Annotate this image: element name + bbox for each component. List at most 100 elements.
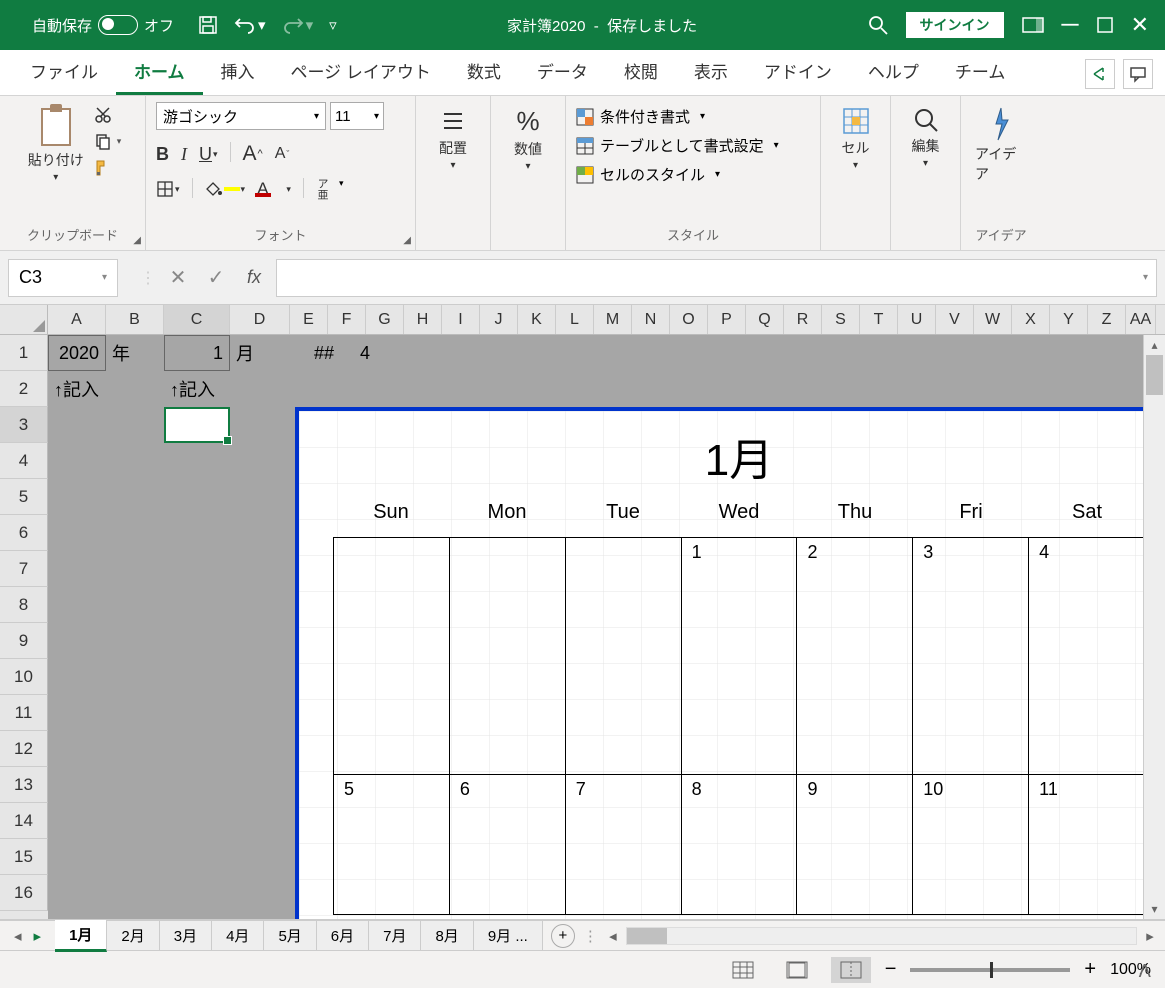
- col-header-A[interactable]: A: [48, 305, 106, 334]
- font-color-button[interactable]: A▾: [257, 178, 291, 200]
- normal-view-button[interactable]: [723, 957, 763, 983]
- col-header-M[interactable]: M: [594, 305, 632, 334]
- zoom-in-button[interactable]: +: [1084, 958, 1096, 981]
- row-header-10[interactable]: 10: [0, 659, 48, 695]
- col-header-R[interactable]: R: [784, 305, 822, 334]
- row-header-15[interactable]: 15: [0, 839, 48, 875]
- tab-nav-next[interactable]: ▸: [34, 927, 42, 945]
- row-header-1[interactable]: 1: [0, 335, 48, 371]
- scroll-thumb-v[interactable]: [1146, 355, 1163, 395]
- collapse-ribbon-icon[interactable]: ᐱ: [1139, 961, 1151, 982]
- sheet-tab-6[interactable]: 6月: [317, 921, 369, 950]
- tab-page-layout[interactable]: ページ レイアウト: [273, 48, 449, 95]
- bold-button[interactable]: B: [156, 142, 169, 166]
- tab-home[interactable]: ホーム: [116, 48, 203, 95]
- row-header-16[interactable]: 16: [0, 875, 48, 911]
- save-icon[interactable]: [198, 15, 218, 35]
- col-header-U[interactable]: U: [898, 305, 936, 334]
- borders-button[interactable]: ▾: [156, 178, 180, 200]
- qat-customize[interactable]: ▿: [329, 16, 337, 34]
- minimize-button[interactable]: ─: [1062, 11, 1079, 39]
- italic-button[interactable]: I: [181, 142, 187, 166]
- w2d2[interactable]: 6: [450, 775, 566, 914]
- w1d3[interactable]: [566, 538, 682, 774]
- w2d1[interactable]: 5: [334, 775, 450, 914]
- sheet-tab-3[interactable]: 3月: [160, 921, 212, 950]
- col-header-B[interactable]: B: [106, 305, 164, 334]
- cells-grid[interactable]: 2020 年 1 月 ## 4 ↑記入 ↑記入 1月 Sun: [48, 335, 1165, 919]
- col-header-J[interactable]: J: [480, 305, 518, 334]
- tab-team[interactable]: チーム: [937, 48, 1024, 95]
- col-header-N[interactable]: N: [632, 305, 670, 334]
- page-layout-view-button[interactable]: [777, 957, 817, 983]
- redo-button[interactable]: ▾: [282, 16, 314, 34]
- w1d5[interactable]: 2: [797, 538, 913, 774]
- cell-C2[interactable]: ↑記入: [164, 371, 274, 407]
- sheet-tab-4[interactable]: 4月: [212, 921, 264, 950]
- w2d6[interactable]: 10: [913, 775, 1029, 914]
- scroll-thumb-h[interactable]: [627, 928, 667, 944]
- w1d4[interactable]: 1: [682, 538, 798, 774]
- row-header-13[interactable]: 13: [0, 767, 48, 803]
- cell-D1[interactable]: 月: [230, 335, 290, 371]
- ribbon-display-icon[interactable]: [1022, 17, 1044, 33]
- scroll-down-icon[interactable]: ▾: [1144, 899, 1165, 919]
- w2d3[interactable]: 7: [566, 775, 682, 914]
- editing-button[interactable]: 編集 ▾: [908, 102, 944, 173]
- scroll-right-icon[interactable]: ▸: [1141, 927, 1159, 945]
- paste-button[interactable]: 貼り付け ▾: [24, 102, 88, 187]
- ideas-button[interactable]: アイデア: [971, 102, 1031, 188]
- font-size-select[interactable]: 11▾: [330, 102, 384, 130]
- row-header-4[interactable]: 4: [0, 443, 48, 479]
- row-header-8[interactable]: 8: [0, 587, 48, 623]
- col-header-F[interactable]: F: [328, 305, 366, 334]
- w1d6[interactable]: 3: [913, 538, 1029, 774]
- clipboard-launcher[interactable]: ◢: [133, 235, 141, 246]
- vertical-scrollbar[interactable]: ▴ ▾: [1143, 335, 1165, 919]
- underline-button[interactable]: U▾: [199, 142, 218, 166]
- col-header-V[interactable]: V: [936, 305, 974, 334]
- row-header-3[interactable]: 3: [0, 407, 48, 443]
- tab-view[interactable]: 表示: [676, 48, 746, 95]
- phonetic-button[interactable]: ア亜: [316, 178, 327, 200]
- cancel-formula-button[interactable]: ✕: [162, 259, 194, 297]
- tab-formulas[interactable]: 数式: [449, 48, 519, 95]
- row-header-14[interactable]: 14: [0, 803, 48, 839]
- font-launcher[interactable]: ◢: [403, 235, 411, 246]
- col-header-O[interactable]: O: [670, 305, 708, 334]
- w1d2[interactable]: [450, 538, 566, 774]
- cell-B1[interactable]: 年: [106, 335, 164, 371]
- confirm-formula-button[interactable]: ✓: [200, 259, 232, 297]
- select-all-button[interactable]: [0, 305, 48, 334]
- cell-A1[interactable]: 2020: [48, 335, 106, 371]
- col-header-E[interactable]: E: [290, 305, 328, 334]
- col-header-P[interactable]: P: [708, 305, 746, 334]
- page-break-view-button[interactable]: [831, 957, 871, 983]
- auto-save-toggle[interactable]: 自動保存 オフ: [32, 15, 174, 36]
- zoom-slider[interactable]: [910, 968, 1070, 972]
- cut-button[interactable]: [94, 106, 122, 124]
- tab-insert[interactable]: 挿入: [203, 48, 273, 95]
- col-header-C[interactable]: C: [164, 305, 230, 334]
- tab-file[interactable]: ファイル: [12, 48, 116, 95]
- format-as-table-button[interactable]: テーブルとして書式設定▾: [576, 135, 810, 156]
- w2d5[interactable]: 9: [797, 775, 913, 914]
- tab-review[interactable]: 校閲: [606, 48, 676, 95]
- fill-color-button[interactable]: ▾: [205, 178, 246, 200]
- cell-G1[interactable]: 4: [346, 335, 384, 371]
- share-icon[interactable]: [1085, 59, 1115, 89]
- col-header-T[interactable]: T: [860, 305, 898, 334]
- row-header-12[interactable]: 12: [0, 731, 48, 767]
- w1d7[interactable]: 4: [1029, 538, 1144, 774]
- cell-A2[interactable]: ↑記入: [48, 371, 158, 407]
- row-header-2[interactable]: 2: [0, 371, 48, 407]
- copy-button[interactable]: [94, 132, 122, 150]
- signin-button[interactable]: サインイン: [906, 12, 1004, 38]
- w1d1[interactable]: [334, 538, 450, 774]
- tab-addins[interactable]: アドイン: [746, 48, 850, 95]
- add-sheet-button[interactable]: +: [551, 924, 575, 948]
- col-header-K[interactable]: K: [518, 305, 556, 334]
- col-header-Y[interactable]: Y: [1050, 305, 1088, 334]
- scroll-up-icon[interactable]: ▴: [1144, 335, 1165, 355]
- cell-F1[interactable]: ##: [308, 335, 346, 371]
